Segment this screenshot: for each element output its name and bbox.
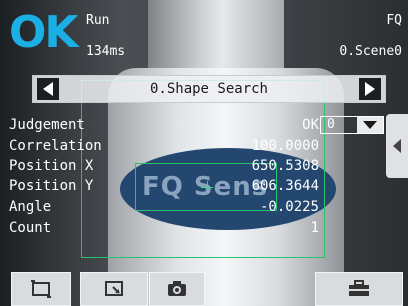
item-selector-dropdown[interactable] — [357, 117, 383, 133]
zoom-window-icon — [105, 281, 123, 296]
result-label: Angle — [9, 199, 52, 215]
item-selector-value: 0 — [327, 117, 335, 132]
tools-menu-button[interactable] — [315, 272, 403, 306]
item-selector[interactable]: 0 — [320, 116, 384, 134]
result-value: 606.3644 — [251, 178, 319, 194]
processing-time: 134ms — [86, 44, 126, 59]
judgement-row: Judgement OK — [9, 116, 319, 135]
judgement-status: OK — [9, 7, 78, 58]
next-item-button[interactable] — [359, 78, 381, 100]
judgement-value: OK — [302, 117, 319, 133]
frame-display-button[interactable] — [11, 272, 71, 306]
result-label: Position X — [9, 158, 94, 174]
frame-icon — [31, 280, 51, 298]
prev-item-button[interactable] — [37, 78, 59, 100]
judgement-label: Judgement — [9, 117, 85, 133]
side-menu-tab[interactable] — [386, 114, 408, 178]
result-row: Angle -0.0225 — [9, 198, 319, 217]
triangle-left-icon — [393, 139, 401, 153]
triangle-down-icon — [363, 121, 377, 129]
result-value: 100.0000 — [251, 138, 319, 154]
zoom-window-button[interactable] — [80, 272, 148, 306]
result-value: 650.5308 — [251, 158, 319, 174]
arrow-right-icon — [365, 82, 375, 96]
result-row: Correlation 100.0000 — [9, 137, 319, 156]
toolbox-icon — [349, 280, 369, 296]
camera-icon — [168, 281, 186, 296]
result-label: Count — [9, 220, 52, 236]
capture-image-button[interactable] — [149, 272, 205, 306]
scene-name: 0.Scene0 — [339, 44, 402, 59]
inspection-item-title: 0.Shape Search — [149, 81, 268, 97]
result-value: -0.0225 — [259, 199, 319, 215]
sensor-brand: FQ — [386, 13, 402, 28]
run-mode: Run — [86, 13, 110, 28]
result-row: Position Y 606.3644 — [9, 177, 319, 196]
result-value: 1 — [310, 220, 319, 236]
arrow-left-icon — [43, 82, 53, 96]
result-row: Count 1 — [9, 219, 319, 238]
result-label: Correlation — [9, 138, 102, 154]
inspection-item-nav: 0.Shape Search — [32, 75, 386, 103]
result-row: Position X 650.5308 — [9, 157, 319, 176]
result-label: Position Y — [9, 178, 94, 194]
